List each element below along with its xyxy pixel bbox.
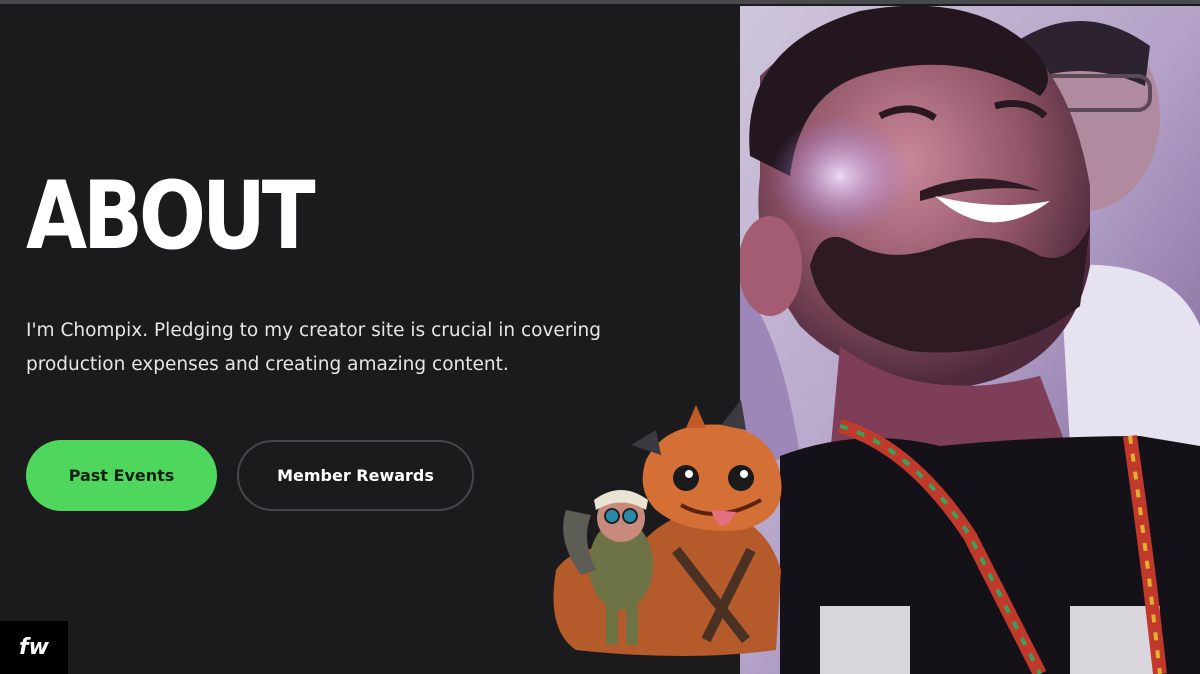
creator-photo: [740, 6, 1200, 674]
past-events-button[interactable]: Past Events: [26, 440, 217, 511]
page-title: ABOUT: [26, 162, 316, 271]
top-border: [0, 0, 1200, 4]
fw-logo: fw: [0, 621, 68, 674]
member-rewards-button[interactable]: Member Rewards: [237, 440, 474, 511]
about-description: I'm Chompix. Pledging to my creator site…: [26, 320, 602, 375]
mascot-characters: [536, 400, 786, 662]
